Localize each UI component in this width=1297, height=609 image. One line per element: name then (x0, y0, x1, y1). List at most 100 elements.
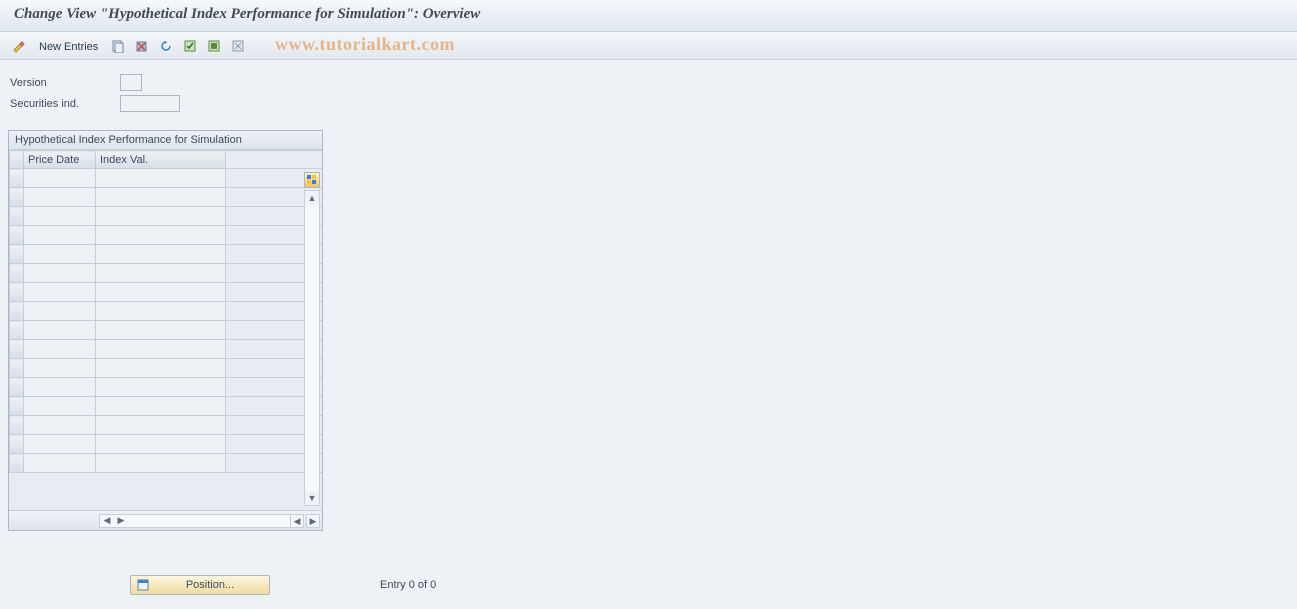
row-selector[interactable] (10, 207, 24, 226)
cell-price-date[interactable] (24, 454, 96, 473)
delete-icon (135, 39, 149, 53)
cell-index-val[interactable] (96, 454, 226, 473)
table-row[interactable] (10, 321, 323, 340)
cell-index-val[interactable] (96, 340, 226, 359)
table-row[interactable] (10, 188, 323, 207)
cell-index-val[interactable] (96, 188, 226, 207)
version-input[interactable] (120, 74, 142, 91)
row-selector[interactable] (10, 378, 24, 397)
cell-index-val[interactable] (96, 302, 226, 321)
cell-index-val[interactable] (96, 264, 226, 283)
cell-price-date[interactable] (24, 188, 96, 207)
position-label: Position... (157, 579, 263, 591)
cell-index-val[interactable] (96, 359, 226, 378)
cell-price-date[interactable] (24, 245, 96, 264)
cell-price-date[interactable] (24, 397, 96, 416)
form-area: Version Securities ind. (0, 60, 1297, 124)
cell-index-val[interactable] (96, 283, 226, 302)
cell-price-date[interactable] (24, 435, 96, 454)
securities-input[interactable] (120, 95, 180, 112)
select-all-button[interactable] (179, 36, 201, 56)
delete-button[interactable] (131, 36, 153, 56)
table-row[interactable] (10, 226, 323, 245)
row-selector[interactable] (10, 169, 24, 188)
cell-price-date[interactable] (24, 207, 96, 226)
table-row[interactable] (10, 378, 323, 397)
scroll-down-icon[interactable]: ▼ (305, 491, 319, 505)
table-row[interactable] (10, 302, 323, 321)
vertical-scrollbar[interactable]: ▲ ▼ (304, 190, 320, 506)
page-title: Change View "Hypothetical Index Performa… (0, 0, 1297, 32)
row-selector[interactable] (10, 321, 24, 340)
select-block-icon (207, 39, 221, 53)
scroll-right-icon[interactable]: ▶ (114, 515, 128, 527)
cell-index-val[interactable] (96, 378, 226, 397)
row-selector[interactable] (10, 416, 24, 435)
watermark: www.tutorialkart.com (275, 34, 455, 55)
row-selector-header[interactable] (10, 151, 24, 169)
copy-button[interactable] (107, 36, 129, 56)
cell-price-date[interactable] (24, 321, 96, 340)
table-row[interactable] (10, 207, 323, 226)
table-row[interactable] (10, 245, 323, 264)
cell-price-date[interactable] (24, 226, 96, 245)
cell-index-val[interactable] (96, 397, 226, 416)
position-button[interactable]: Position... (130, 575, 270, 595)
scroll-left-icon[interactable]: ◀ (100, 515, 114, 527)
edit-toggle-button[interactable] (8, 36, 30, 56)
cell-price-date[interactable] (24, 302, 96, 321)
table-row[interactable] (10, 340, 323, 359)
pencil-glasses-icon (12, 39, 26, 53)
table-row[interactable] (10, 283, 323, 302)
row-selector[interactable] (10, 435, 24, 454)
table-row[interactable] (10, 397, 323, 416)
footer-bar: Position... Entry 0 of 0 (0, 575, 436, 595)
cell-index-val[interactable] (96, 435, 226, 454)
row-selector[interactable] (10, 359, 24, 378)
cell-price-date[interactable] (24, 283, 96, 302)
row-selector[interactable] (10, 226, 24, 245)
toolbar: New Entries (0, 32, 1297, 60)
col-price-date[interactable]: Price Date (24, 151, 96, 169)
table-row[interactable] (10, 435, 323, 454)
version-label: Version (10, 77, 120, 89)
table-row[interactable] (10, 454, 323, 473)
scroll-left2-icon[interactable]: ◀ (290, 514, 304, 528)
horizontal-scrollbar[interactable]: ◀ ▶ (99, 514, 299, 528)
cell-price-date[interactable] (24, 169, 96, 188)
deselect-all-button[interactable] (227, 36, 249, 56)
cell-index-val[interactable] (96, 245, 226, 264)
row-selector[interactable] (10, 302, 24, 321)
cell-index-val[interactable] (96, 226, 226, 245)
cell-price-date[interactable] (24, 378, 96, 397)
row-selector[interactable] (10, 245, 24, 264)
row-selector[interactable] (10, 340, 24, 359)
table-row[interactable] (10, 359, 323, 378)
row-selector[interactable] (10, 454, 24, 473)
grid: Price Date Index Val. ▲ ▼ (9, 150, 322, 510)
cell-index-val[interactable] (96, 321, 226, 340)
position-icon (137, 579, 149, 591)
cell-index-val[interactable] (96, 207, 226, 226)
table-row[interactable] (10, 169, 323, 188)
table-row[interactable] (10, 416, 323, 435)
row-selector[interactable] (10, 283, 24, 302)
scroll-right2-icon[interactable]: ▶ (306, 514, 320, 528)
row-selector[interactable] (10, 264, 24, 283)
cell-price-date[interactable] (24, 340, 96, 359)
undo-button[interactable] (155, 36, 177, 56)
row-selector[interactable] (10, 188, 24, 207)
table-settings-button[interactable] (304, 172, 320, 188)
cell-price-date[interactable] (24, 416, 96, 435)
row-selector[interactable] (10, 397, 24, 416)
cell-price-date[interactable] (24, 359, 96, 378)
select-block-button[interactable] (203, 36, 225, 56)
new-entries-button[interactable]: New Entries (32, 36, 105, 56)
cell-index-val[interactable] (96, 169, 226, 188)
table-row[interactable] (10, 264, 323, 283)
scroll-up-icon[interactable]: ▲ (305, 191, 319, 205)
cell-price-date[interactable] (24, 264, 96, 283)
grid-panel: Hypothetical Index Performance for Simul… (8, 130, 323, 531)
cell-index-val[interactable] (96, 416, 226, 435)
col-index-val[interactable]: Index Val. (96, 151, 226, 169)
